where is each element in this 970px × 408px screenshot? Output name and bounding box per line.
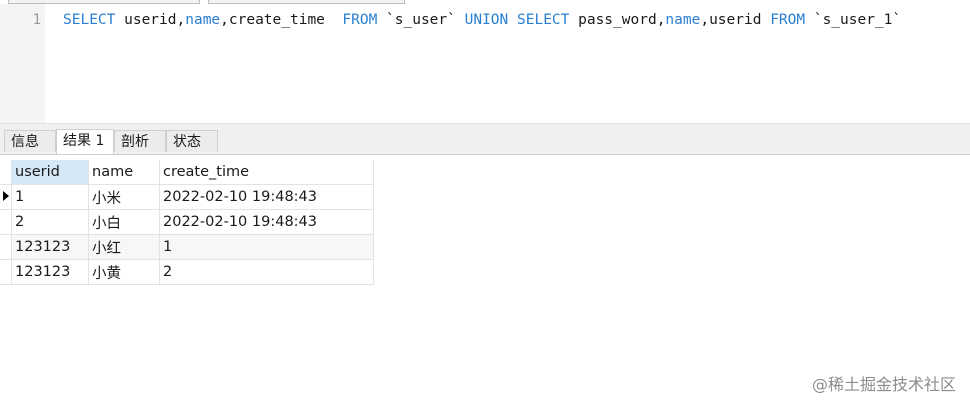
result-grid: userid name create_time 1 小米 2022-02-10 … xyxy=(0,160,374,285)
triangle-right-icon xyxy=(3,191,9,201)
cell-create-time[interactable]: 2022-02-10 19:48:43 xyxy=(159,209,374,235)
table-row[interactable]: 1 小米 2022-02-10 19:48:43 xyxy=(0,184,374,210)
sql-text: userid, xyxy=(115,12,186,28)
cell-name[interactable]: 小白 xyxy=(88,209,160,235)
tab-status[interactable]: 状态 xyxy=(166,130,218,152)
line-number-gutter: 1 xyxy=(0,4,45,123)
table-row[interactable]: 2 小白 2022-02-10 19:48:43 xyxy=(0,209,374,235)
current-row-marker xyxy=(0,184,12,210)
sql-keyword: name xyxy=(665,12,701,28)
cell-userid[interactable]: 123123 xyxy=(11,234,89,260)
column-header-name[interactable]: name xyxy=(88,160,160,185)
sql-text: ,create_time xyxy=(220,12,343,28)
column-header-userid[interactable]: userid xyxy=(11,160,89,185)
sql-keyword: FROM xyxy=(342,12,378,28)
column-header-create-time[interactable]: create_time xyxy=(159,160,374,185)
result-tabs: 信息 结果 1 剖析 状态 xyxy=(0,128,970,155)
sql-keyword: SELECT xyxy=(517,12,570,28)
tab-profile[interactable]: 剖析 xyxy=(114,130,166,152)
sql-editor[interactable]: 1 SELECT userid,name,create_time FROM `s… xyxy=(0,4,970,124)
row-marker xyxy=(0,234,12,260)
cell-name[interactable]: 小红 xyxy=(88,234,160,260)
result-grid-area: userid name create_time 1 小米 2022-02-10 … xyxy=(0,155,970,408)
grid-header-row: userid name create_time xyxy=(0,160,374,185)
sql-text: `s_user_1` xyxy=(805,12,902,28)
tab-info[interactable]: 信息 xyxy=(4,130,56,152)
sql-text: ,userid xyxy=(700,12,771,28)
sql-code-line[interactable]: SELECT userid,name,create_time FROM `s_u… xyxy=(63,12,901,28)
row-marker-header xyxy=(0,160,12,185)
watermark: @稀土掘金技术社区 xyxy=(811,375,956,394)
table-row[interactable]: 123123 小黄 2 xyxy=(0,259,374,285)
sql-keyword: name xyxy=(185,12,221,28)
row-marker xyxy=(0,259,12,285)
sql-text: pass_word, xyxy=(569,12,666,28)
cell-name[interactable]: 小米 xyxy=(88,184,160,210)
row-marker xyxy=(0,209,12,235)
sql-keyword: FROM xyxy=(770,12,806,28)
line-number: 1 xyxy=(32,12,41,28)
cell-create-time[interactable]: 2022-02-10 19:48:43 xyxy=(159,184,374,210)
tab-result-1[interactable]: 结果 1 xyxy=(56,129,114,154)
cell-userid[interactable]: 123123 xyxy=(11,259,89,285)
sql-keyword: SELECT xyxy=(63,12,116,28)
cell-userid[interactable]: 2 xyxy=(11,209,89,235)
cell-userid[interactable]: 1 xyxy=(11,184,89,210)
table-row[interactable]: 123123 小红 1 xyxy=(0,234,374,260)
cell-create-time[interactable]: 1 xyxy=(159,234,374,260)
cell-create-time[interactable]: 2 xyxy=(159,259,374,285)
sql-keyword: UNION xyxy=(464,12,509,28)
cell-name[interactable]: 小黄 xyxy=(88,259,160,285)
sql-text: `s_user` xyxy=(377,12,465,28)
